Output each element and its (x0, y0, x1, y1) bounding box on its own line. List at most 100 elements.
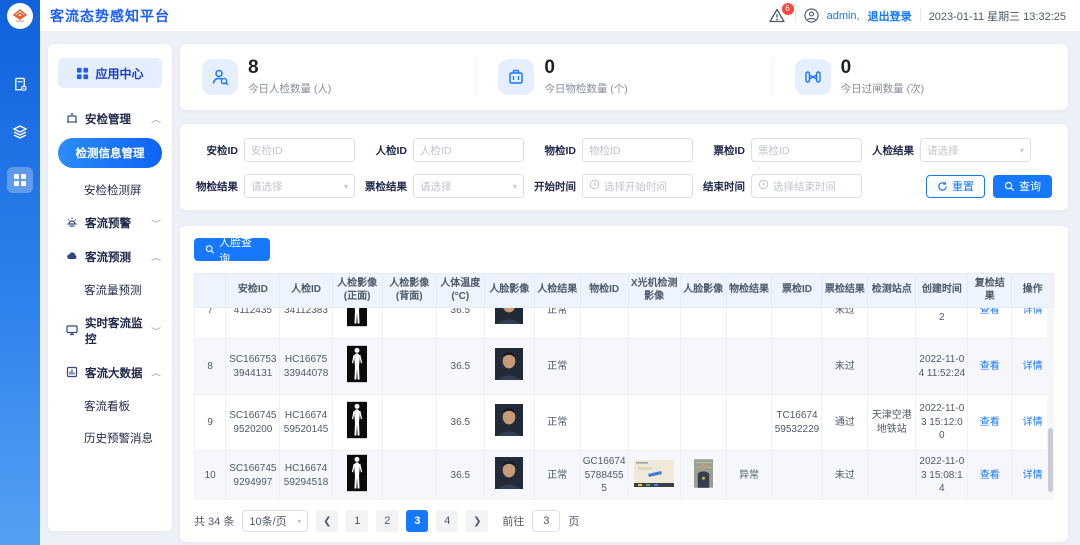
detail-link[interactable]: 详情 (1023, 361, 1043, 372)
filter-input[interactable]: 票检ID (751, 138, 862, 162)
scanner-icon (66, 112, 78, 127)
chevron-down-icon: ▾ (513, 182, 517, 191)
logo-diamond-icon (11, 7, 29, 25)
sidebar-group-4[interactable]: 客流预测︿ (58, 240, 162, 274)
app-logo (7, 3, 33, 29)
query-button[interactable]: 查询 (993, 175, 1052, 198)
refresh-icon (937, 181, 948, 192)
sidebar-item-8[interactable]: 客流看板 (58, 390, 162, 422)
table-cell: 正常 (534, 339, 580, 395)
chevron-down-icon: ▾ (1020, 146, 1024, 155)
page-size-select[interactable]: 10条/页 ▾ (242, 510, 308, 532)
document-gear-icon[interactable] (7, 71, 33, 97)
column-header: 人检ID (280, 274, 332, 308)
filter-select[interactable]: 请选择▾ (413, 174, 524, 198)
user-avatar-icon (804, 8, 819, 23)
table-scroll-viewport[interactable]: 741124353411238336.5正常未过04 11:55:12查看详情8… (194, 308, 1054, 500)
table-cell: 04 11:55:12 (916, 308, 968, 339)
table-cell: 未过 (822, 339, 868, 395)
filter-input[interactable]: 安检ID (244, 138, 355, 162)
table-cell (332, 339, 382, 395)
table-cell: 4112435 (226, 308, 280, 339)
logout-link[interactable]: 退出登录 (868, 8, 912, 24)
page-button-1[interactable]: 1 (346, 510, 368, 532)
table-cell (580, 395, 628, 451)
scrollbar-thumb[interactable] (1048, 428, 1053, 492)
goto-page-input[interactable]: 3 (532, 510, 560, 532)
body-scan-image (347, 454, 367, 492)
monitor-icon (66, 324, 78, 339)
sidebar-item-9[interactable]: 历史预警消息 (58, 422, 162, 454)
alert-bell-button[interactable]: 6 (769, 8, 787, 24)
filter-field-票检ID: 票检ID票检ID (693, 138, 862, 162)
recheck-view-link[interactable]: 查看 (980, 417, 1000, 428)
filter-panel: 安检ID安检ID人检ID人检ID物检ID物检ID票检ID票检ID人检结果请选择▾… (180, 124, 1068, 210)
sidebar-group-6[interactable]: 实时客流监控﹀ (58, 306, 162, 356)
prev-page-button[interactable]: ❮ (316, 510, 338, 532)
layers-icon[interactable] (7, 119, 33, 145)
reset-button[interactable]: 重置 (926, 175, 985, 198)
sidebar-item-2[interactable]: 安检检测屏 (58, 174, 162, 206)
detail-link[interactable]: 详情 (1023, 308, 1043, 316)
sidebar-item-5[interactable]: 客流量预测 (58, 274, 162, 306)
filter-input[interactable]: 物检ID (582, 138, 693, 162)
goto-suffix-label: 页 (568, 513, 579, 529)
table-cell: 8 (195, 339, 226, 395)
sidebar-group-3[interactable]: 客流预警﹀ (58, 206, 162, 240)
table-cell (680, 308, 726, 339)
table-scrollbar[interactable] (1047, 308, 1054, 500)
column-header: 检测站点 (868, 274, 916, 308)
filter-field-人检结果: 人检结果请选择▾ (862, 138, 1031, 162)
filter-time-picker[interactable]: 选择开始时间 (582, 174, 693, 198)
filter-label: 物检结果 (186, 179, 238, 194)
body-scan-image (347, 308, 367, 327)
filter-time-picker[interactable]: 选择结束时间 (751, 174, 862, 198)
table-cell (382, 451, 436, 501)
luggage-icon (498, 59, 534, 95)
divider (795, 9, 796, 22)
page-button-4[interactable]: 4 (436, 510, 458, 532)
table-cell: 10 (195, 451, 226, 501)
sidebar-group-7[interactable]: 客流大数据︿ (58, 356, 162, 390)
next-page-button[interactable]: ❯ (466, 510, 488, 532)
chevron-up-icon: ︿ (151, 252, 161, 262)
filter-select[interactable]: 请选择▾ (244, 174, 355, 198)
search-icon (205, 244, 215, 255)
filter-label: 开始时间 (524, 179, 576, 194)
table-cell (382, 308, 436, 339)
table-cell (580, 339, 628, 395)
page-button-2[interactable]: 2 (376, 510, 398, 532)
column-header: 物检ID (580, 274, 628, 308)
column-header: 票检结果 (822, 274, 868, 308)
sidebar-item-app-center[interactable]: 应用中心 (58, 58, 162, 88)
face-query-button[interactable]: 人脸查询 (194, 238, 270, 261)
page-button-3[interactable]: 3 (406, 510, 428, 532)
detail-link[interactable]: 详情 (1023, 417, 1043, 428)
sidebar-group-0[interactable]: 安检管理︿ (58, 102, 162, 136)
table-cell (680, 339, 726, 395)
filter-input[interactable]: 人检ID (413, 138, 524, 162)
recheck-view-link[interactable]: 查看 (980, 470, 1000, 481)
table-cell: 正常 (534, 308, 580, 339)
face-image (495, 457, 523, 489)
table-cell (868, 451, 916, 501)
column-header: 创建时间 (916, 274, 968, 308)
sidebar-group-label: 安检管理 (85, 111, 131, 127)
recheck-view-link[interactable]: 查看 (980, 308, 1000, 316)
sidebar-item-1[interactable]: 检测信息管理 (58, 138, 162, 168)
app-grid-icon[interactable] (7, 167, 33, 193)
filter-field-物检结果: 物检结果请选择▾ (186, 174, 355, 198)
table-cell: 36.5 (436, 451, 484, 501)
chevron-down-icon: ﹀ (151, 326, 161, 336)
filter-select[interactable]: 请选择▾ (920, 138, 1031, 162)
column-header: 物检结果 (726, 274, 772, 308)
filter-field-安检ID: 安检ID安检ID (186, 138, 355, 162)
column-header: 票检ID (772, 274, 822, 308)
stat-value: 0 (544, 58, 627, 79)
filter-field-物检ID: 物检ID物检ID (524, 138, 693, 162)
filter-label: 人检结果 (862, 143, 914, 158)
detail-link[interactable]: 详情 (1023, 470, 1043, 481)
recheck-view-link[interactable]: 查看 (980, 361, 1000, 372)
username-label: admin, (827, 10, 860, 22)
table-cell (382, 395, 436, 451)
